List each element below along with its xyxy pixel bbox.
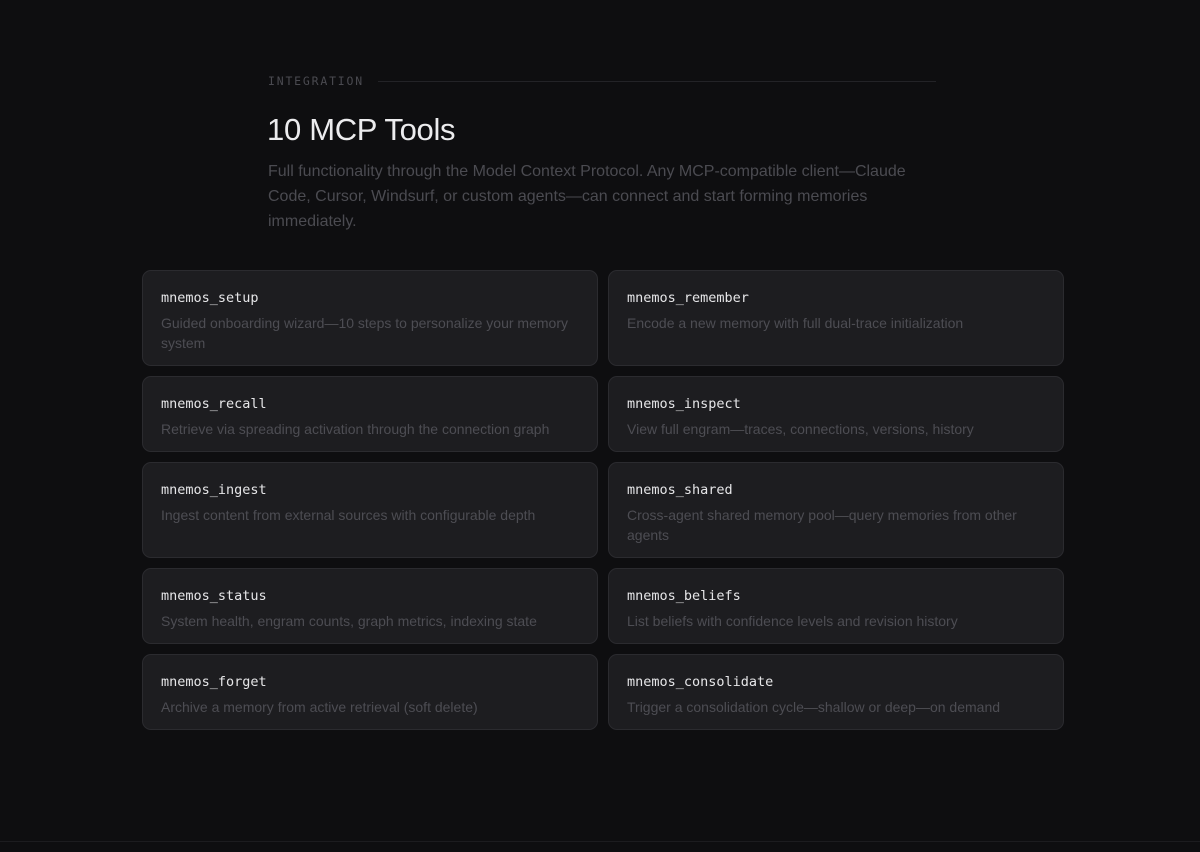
tool-name: mnemos_forget bbox=[161, 674, 267, 690]
tool-name: mnemos_setup bbox=[161, 290, 259, 306]
tool-name: mnemos_beliefs bbox=[627, 588, 741, 604]
tool-name: mnemos_inspect bbox=[627, 396, 741, 412]
tool-name: mnemos_shared bbox=[627, 482, 733, 498]
tool-description: Archive a memory from active retrieval (… bbox=[161, 699, 478, 715]
tool-card-forget: mnemos_forget Archive a memory from acti… bbox=[142, 654, 598, 730]
tool-description: System health, engram counts, graph metr… bbox=[161, 613, 537, 629]
tool-description: Cross-agent shared memory pool—query mem… bbox=[627, 507, 1017, 543]
tool-card-inspect: mnemos_inspect View full engram—traces, … bbox=[608, 376, 1064, 452]
tool-card-recall: mnemos_recall Retrieve via spreading act… bbox=[142, 376, 598, 452]
page: INTEGRATION 10 MCP Tools Full functional… bbox=[0, 0, 1200, 852]
tool-description: Trigger a consolidation cycle—shallow or… bbox=[627, 699, 1001, 715]
footer-divider bbox=[0, 841, 1200, 842]
section-eyebrow: INTEGRATION bbox=[268, 74, 364, 88]
tool-card-setup: mnemos_setup Guided onboarding wizard—10… bbox=[142, 270, 598, 366]
section-title: 10 MCP Tools bbox=[267, 112, 456, 147]
tool-name: mnemos_ingest bbox=[161, 482, 267, 498]
tool-name: mnemos_status bbox=[161, 588, 267, 604]
tool-description: List beliefs with confidence levels and … bbox=[627, 613, 958, 629]
tool-description: Ingest content from external sources wit… bbox=[161, 507, 536, 523]
tool-description: Retrieve via spreading activation throug… bbox=[161, 421, 550, 437]
tool-card-remember: mnemos_remember Encode a new memory with… bbox=[608, 270, 1064, 366]
tool-card-shared: mnemos_shared Cross-agent shared memory … bbox=[608, 462, 1064, 558]
tool-name: mnemos_remember bbox=[627, 290, 749, 306]
tool-name: mnemos_recall bbox=[161, 396, 267, 412]
eyebrow-divider bbox=[377, 80, 936, 82]
tool-description: Encode a new memory with full dual-trace… bbox=[627, 315, 964, 331]
tool-card-beliefs: mnemos_beliefs List beliefs with confide… bbox=[608, 568, 1064, 644]
tool-card-status: mnemos_status System health, engram coun… bbox=[142, 568, 598, 644]
tool-card-ingest: mnemos_ingest Ingest content from extern… bbox=[142, 462, 598, 558]
tools-grid: mnemos_setup Guided onboarding wizard—10… bbox=[142, 270, 1064, 730]
section-header: INTEGRATION bbox=[268, 74, 936, 88]
tool-description: View full engram—traces, connections, ve… bbox=[627, 421, 974, 437]
tool-description: Guided onboarding wizard—10 steps to per… bbox=[161, 315, 568, 351]
tool-card-consolidate: mnemos_consolidate Trigger a consolidati… bbox=[608, 654, 1064, 730]
section-description: Full functionality through the Model Con… bbox=[268, 163, 906, 230]
tool-name: mnemos_consolidate bbox=[627, 674, 774, 690]
